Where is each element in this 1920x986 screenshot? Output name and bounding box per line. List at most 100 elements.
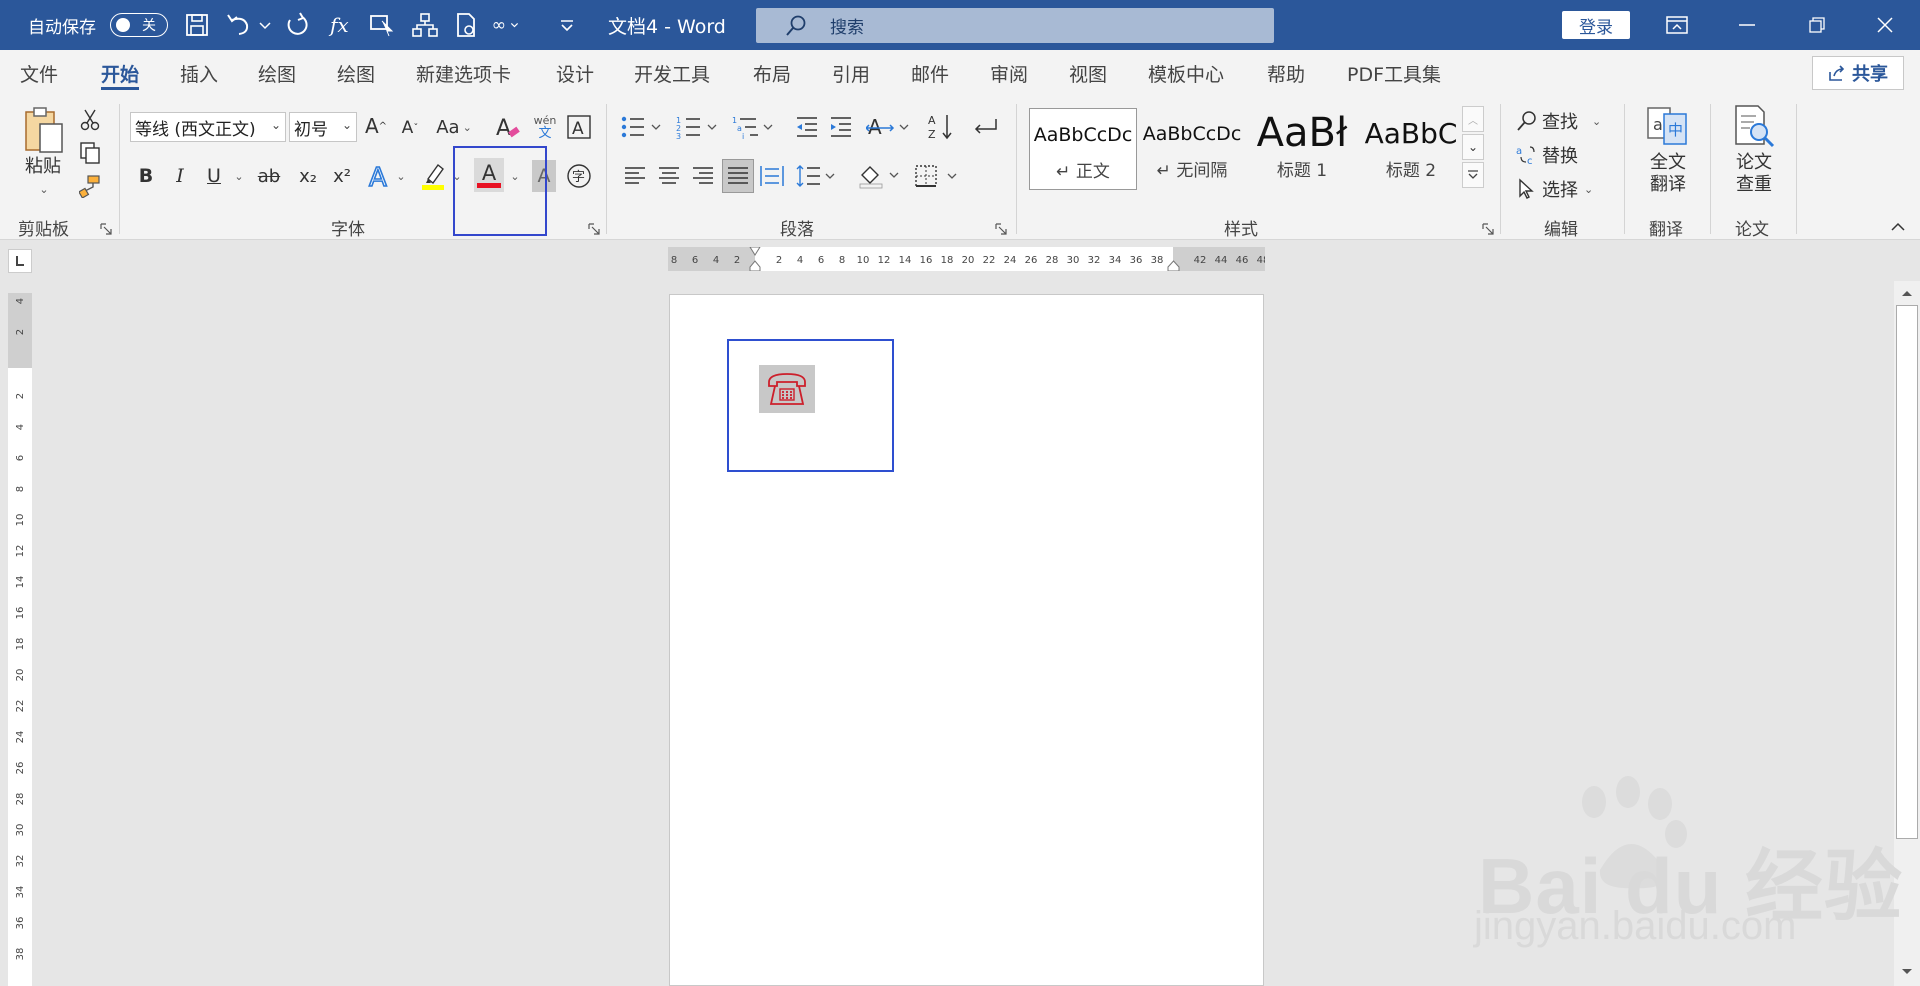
tab-insert[interactable]: 插入 (180, 50, 218, 96)
autosave-toggle[interactable]: 关 (110, 13, 168, 37)
text-effects-icon[interactable]: A (366, 160, 394, 192)
clear-formatting-icon[interactable]: A (495, 112, 523, 142)
enclose-characters-icon[interactable]: 字 (564, 160, 594, 192)
align-center-icon[interactable] (656, 162, 682, 190)
borders-icon[interactable] (914, 162, 962, 190)
select-button[interactable]: 选择 ⌄ (1516, 174, 1622, 204)
vertical-ruler[interactable]: 42 2 4 6 8 10 12 14 16 18 20 22 24 26 28 30 32 34 36 38 (8, 293, 32, 986)
paper-check-label[interactable]: 论文 查重 (1726, 152, 1782, 196)
highlighter-icon[interactable] (420, 160, 448, 192)
justify-icon[interactable] (722, 159, 754, 193)
font-size-dropdown[interactable]: 初号 ⌄ (289, 112, 357, 142)
replace-button[interactable]: ac 替换 (1516, 140, 1622, 170)
paper-check-icon[interactable] (1732, 104, 1776, 150)
paste-label[interactable]: 粘贴 (18, 156, 68, 178)
translate-icon[interactable]: a中 (1646, 104, 1690, 148)
tab-pdf-tools[interactable]: PDF工具集 (1347, 50, 1441, 96)
function-icon[interactable]: fx (326, 11, 356, 39)
save-icon[interactable] (182, 11, 212, 39)
bullets-icon[interactable] (620, 112, 664, 142)
tab-layout[interactable]: 布局 (753, 50, 791, 96)
tab-template-center[interactable]: 模板中心 (1148, 50, 1224, 96)
scroll-up-icon[interactable] (1899, 285, 1915, 304)
text-effects-dropdown-icon[interactable]: ⌄ (394, 168, 408, 184)
styles-more-icon[interactable] (1462, 162, 1484, 188)
numbering-icon[interactable]: 123 (676, 112, 720, 142)
link-icon[interactable]: ∞ (490, 11, 528, 39)
org-chart-icon[interactable] (410, 11, 440, 39)
styles-scroll-down-icon[interactable]: ⌄ (1462, 134, 1484, 160)
share-button[interactable]: 共享 (1812, 56, 1904, 90)
phonetic-guide-button[interactable]: wén 文 (530, 110, 560, 144)
close-icon[interactable] (1850, 0, 1920, 50)
clipboard-launcher-icon[interactable] (100, 220, 112, 235)
customize-qat-icon[interactable] (552, 11, 573, 39)
tab-draw-2[interactable]: 绘图 (337, 50, 375, 96)
italic-button[interactable]: I (168, 162, 192, 190)
show-paragraph-marks-icon[interactable] (970, 112, 998, 142)
grow-font-icon[interactable]: A ^ (363, 112, 389, 140)
ribbon-display-options-icon[interactable] (1642, 0, 1712, 50)
tab-new-tab[interactable]: 新建选项卡 (416, 50, 511, 96)
tab-draw[interactable]: 绘图 (258, 50, 296, 96)
tab-developer[interactable]: 开发工具 (634, 50, 710, 96)
undo-dropdown-icon[interactable] (250, 11, 271, 39)
sort-icon[interactable]: AZ (928, 112, 956, 142)
strikethrough-button[interactable]: ab (254, 162, 284, 190)
bold-button[interactable]: B (134, 162, 158, 190)
styles-launcher-icon[interactable] (1482, 220, 1494, 235)
horizontal-ruler[interactable]: 8642 2 4 6 8 10 12 14 16 18 20 22 24 26 28 30 32 34 36 38 … (668, 247, 1265, 271)
underline-button[interactable]: U (202, 162, 226, 190)
tab-review[interactable]: 审阅 (990, 50, 1028, 96)
find-button[interactable]: 查找 ⌄ (1516, 106, 1622, 136)
style-heading-2[interactable]: AaBbC 标题 2 (1357, 108, 1465, 190)
change-case-button[interactable]: Aa ⌄ (434, 112, 474, 142)
style-normal[interactable]: AaBbCcDc ↵ 正文 (1029, 108, 1137, 190)
cut-icon[interactable] (78, 108, 102, 132)
multilevel-list-icon[interactable]: 1ai (732, 112, 776, 142)
font-name-dropdown[interactable]: 等线 (西文正文) ⌄ (130, 112, 286, 142)
document-view-icon[interactable] (452, 11, 482, 39)
tab-view[interactable]: 视图 (1069, 50, 1107, 96)
line-spacing-icon[interactable] (796, 162, 840, 190)
style-heading-1[interactable]: AaBł 标题 1 (1248, 108, 1356, 190)
touch-mode-icon[interactable] (368, 11, 398, 39)
paragraph-launcher-icon[interactable] (995, 220, 1007, 235)
decrease-indent-icon[interactable] (794, 112, 820, 142)
redo-icon[interactable] (282, 11, 312, 39)
telephone-symbol[interactable]: ☎ (759, 365, 815, 413)
styles-scroll-up-icon[interactable]: ︿ (1462, 106, 1484, 132)
restore-icon[interactable] (1782, 0, 1852, 50)
tab-home[interactable]: 开始 (101, 50, 140, 96)
font-launcher-icon[interactable] (588, 220, 600, 235)
tab-design[interactable]: 设计 (556, 50, 594, 96)
subscript-button[interactable]: x₂ (294, 162, 322, 190)
minimize-icon[interactable] (1712, 0, 1782, 50)
paste-icon[interactable] (22, 104, 66, 154)
login-button[interactable]: 登录 (1562, 11, 1630, 39)
scrollbar-thumb[interactable] (1896, 305, 1918, 839)
character-border-icon[interactable]: A (565, 112, 593, 142)
align-right-icon[interactable] (690, 162, 716, 190)
align-left-icon[interactable] (622, 162, 648, 190)
paste-dropdown-icon[interactable]: ⌄ (36, 182, 52, 196)
superscript-button[interactable]: x² (328, 162, 356, 190)
copy-icon[interactable] (78, 141, 102, 165)
tab-file[interactable]: 文件 (20, 50, 58, 96)
distributed-icon[interactable] (758, 162, 786, 190)
tab-help[interactable]: 帮助 (1267, 50, 1305, 96)
collapse-ribbon-icon[interactable] (1888, 220, 1908, 234)
tab-references[interactable]: 引用 (832, 50, 870, 96)
format-painter-icon[interactable] (78, 174, 102, 198)
chinese-layout-icon[interactable]: A (866, 112, 914, 142)
style-no-spacing[interactable]: AaBbCcDc ↵ 无间隔 (1138, 108, 1246, 190)
increase-indent-icon[interactable] (828, 112, 854, 142)
tab-mailings[interactable]: 邮件 (911, 50, 949, 96)
search-box[interactable]: 搜索 (756, 8, 1274, 43)
underline-dropdown-icon[interactable]: ⌄ (232, 168, 246, 184)
shrink-font-icon[interactable]: Aˇ (397, 114, 423, 142)
scroll-down-icon[interactable] (1899, 964, 1915, 983)
tab-selector[interactable] (8, 249, 32, 273)
translate-label[interactable]: 全文 翻译 (1640, 152, 1696, 196)
shading-icon[interactable] (858, 162, 904, 190)
